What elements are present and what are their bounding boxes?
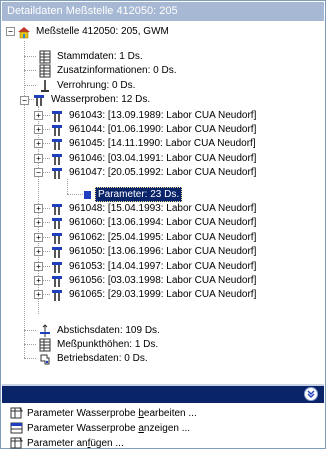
table-icon [38, 64, 52, 78]
tree-item-betriebsdaten[interactable]: Betriebsdaten: 0 Ds. [38, 351, 150, 366]
expand-toggle[interactable]: + [34, 233, 43, 242]
level-icon [38, 323, 52, 338]
table-icon [38, 338, 52, 352]
task-edit-parameters[interactable]: Parameter Wasserprobe bearbeiten ... [10, 406, 197, 420]
selected-node-label: Parameter: 23 Ds. [95, 187, 183, 202]
tree-connector [67, 179, 68, 194]
sample-icon [50, 202, 64, 216]
edit-table-icon [10, 406, 24, 420]
view-table-icon [10, 421, 24, 435]
tree-item-zusatzinformationen[interactable]: Zusatzinformationen: 0 Ds. [38, 63, 179, 78]
collapse-toggle[interactable]: − [20, 96, 29, 105]
add-table-icon [10, 436, 24, 450]
tree-item-sample[interactable]: 961043: [13.09.1989: Labor CUA Neudorf] [50, 108, 258, 123]
well-house-icon [17, 25, 31, 39]
tree-connector [24, 344, 36, 345]
tree-connector [24, 85, 36, 86]
tree-connector [24, 330, 36, 331]
sample-icon [32, 93, 46, 107]
collapse-toggle[interactable]: − [34, 168, 43, 177]
tree-connector [67, 194, 83, 195]
tree-item-parameter[interactable]: Parameter: 23 Ds. [83, 187, 183, 202]
tree-item-sample[interactable]: 961048: [15.04.1993: Labor CUA Neudorf] [50, 201, 258, 216]
sample-icon [50, 288, 64, 302]
task-list: Parameter Wasserprobe bearbeiten ... Par… [2, 403, 324, 450]
expand-toggle[interactable]: + [34, 276, 43, 285]
sample-icon [50, 137, 64, 151]
tree-item-messpunkthoehen[interactable]: Meßpunkthöhen: 1 Ds. [38, 337, 160, 352]
sample-icon [50, 231, 64, 245]
chevron-double-down-icon [307, 390, 315, 398]
tree-item-verrohrung[interactable]: Verrohrung: 0 Ds. [38, 78, 137, 93]
expand-toggle[interactable]: + [34, 218, 43, 227]
expand-toggle[interactable]: + [34, 262, 43, 271]
sample-icon [50, 166, 64, 180]
sample-icon [50, 109, 64, 123]
task-pane-header [2, 386, 324, 403]
tree-item-sample[interactable]: 961056: [03.03.1998: Labor CUA Neudorf] [50, 273, 258, 288]
tree-item-sample[interactable]: 961062: [25.04.1995: Labor CUA Neudorf] [50, 230, 258, 245]
tree-item-sample[interactable]: 961044: [01.06.1990: Labor CUA Neudorf] [50, 122, 258, 137]
sample-icon [50, 123, 64, 137]
sample-icon [50, 152, 64, 166]
collapse-toggle[interactable]: − [6, 27, 15, 36]
details-window: Detaildaten Meßstelle 412050: 205 − Meßs… [0, 0, 326, 449]
tree-root-node[interactable]: Meßstelle 412050: 205, GWM [17, 24, 171, 39]
tree-item-sample[interactable]: 961060: [13.06.1994: Labor CUA Neudorf] [50, 215, 258, 230]
collapse-tasks-button[interactable] [304, 387, 318, 401]
sample-icon [50, 274, 64, 288]
expand-toggle[interactable]: + [34, 125, 43, 134]
sample-icon [50, 260, 64, 274]
tree-item-sample[interactable]: 961045: [14.11.1990: Labor CUA Neudorf] [50, 136, 258, 151]
tree-item-sample[interactable]: 961046: [03.04.1991: Labor CUA Neudorf] [50, 151, 258, 166]
tree-item-sample[interactable]: 961053: [14.04.1997: Labor CUA Neudorf] [50, 259, 258, 274]
tree-item-stammdaten[interactable]: Stammdaten: 1 Ds. [38, 49, 145, 64]
expand-toggle[interactable]: + [34, 290, 43, 299]
pump-icon [38, 352, 52, 366]
expand-toggle[interactable]: + [34, 204, 43, 213]
tree-connector [24, 70, 36, 71]
task-show-parameters[interactable]: Parameter Wasserprobe anzeigen ... [10, 421, 190, 435]
tree-view[interactable]: − Meßstelle 412050: 205, GWM Stammdaten:… [2, 22, 324, 383]
tree-item-sample[interactable]: 961047: [20.05.1992: Labor CUA Neudorf] [50, 165, 258, 180]
tree-connector [24, 56, 36, 57]
pipe-icon [38, 79, 52, 93]
expand-toggle[interactable]: + [34, 247, 43, 256]
tree-item-sample[interactable]: 961065: [29.03.1999: Labor CUA Neudorf] [50, 287, 258, 302]
tree-connector [24, 41, 25, 358]
tree-item-wasserproben[interactable]: Wasserproben: 12 Ds. [32, 92, 152, 107]
table-icon [38, 50, 52, 64]
sample-icon [50, 245, 64, 259]
tree-item-abstichsdaten[interactable]: Abstichsdaten: 109 Ds. [38, 323, 162, 338]
tree-connector [24, 358, 36, 359]
window-title: Detaildaten Meßstelle 412050: 205 [2, 2, 324, 21]
expand-toggle[interactable]: + [34, 154, 43, 163]
expand-toggle[interactable]: + [34, 111, 43, 120]
tree-root-label: Meßstelle 412050: 205, GWM [36, 26, 169, 37]
tree-item-sample[interactable]: 961050: [13.06.1996: Labor CUA Neudorf] [50, 244, 258, 259]
expand-toggle[interactable]: + [34, 139, 43, 148]
task-add-parameter[interactable]: Parameter anfügen ... [10, 436, 124, 450]
sample-icon [50, 216, 64, 230]
parameter-icon [83, 188, 92, 202]
